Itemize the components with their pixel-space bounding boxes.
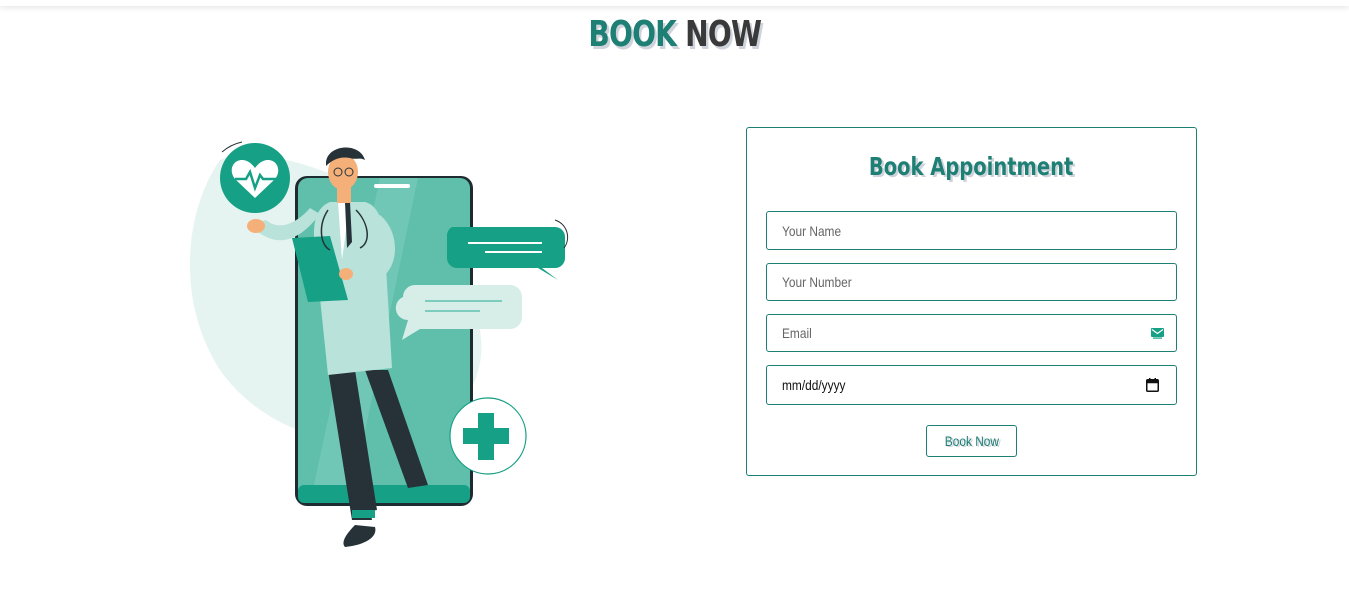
medical-plus-icon (449, 397, 527, 475)
name-placeholder: Your Name (782, 222, 842, 239)
page-title-wrap: BOOK NOW (0, 14, 1349, 55)
heart-rate-icon (220, 141, 290, 213)
mail-icon (1151, 328, 1164, 339)
number-placeholder: Your Number (782, 274, 852, 290)
page-title: BOOK NOW (588, 14, 762, 55)
page-title-word-2: NOW (684, 14, 762, 55)
email-input[interactable]: Email (766, 314, 1177, 352)
form-title: Book Appointment (869, 152, 1074, 181)
phone-bottom (298, 485, 470, 503)
phone-speaker (374, 184, 410, 188)
email-placeholder: Email (782, 325, 812, 341)
name-input[interactable]: Your Name (766, 211, 1177, 250)
date-value: mm/dd/yyyy (782, 377, 846, 393)
number-input[interactable]: Your Number (766, 263, 1177, 301)
calendar-icon[interactable] (1146, 378, 1159, 392)
form-title-wrap: Book Appointment (747, 152, 1196, 181)
book-now-button[interactable]: Book Now (926, 425, 1017, 457)
page-title-word-1: BOOK (588, 14, 677, 55)
appointment-form: Book Appointment Your Name Your Number E… (746, 127, 1197, 476)
book-now-label: Book Now (944, 433, 999, 449)
date-input[interactable]: mm/dd/yyyy (766, 365, 1177, 405)
doctor-illustration (189, 141, 569, 547)
header-bar (0, 0, 1349, 6)
